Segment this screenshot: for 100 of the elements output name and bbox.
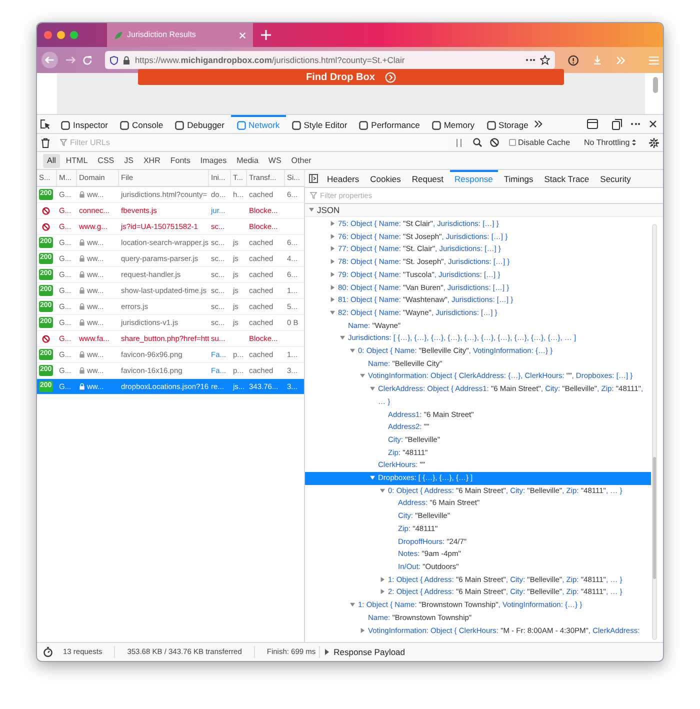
disable-cache-label: Disable Cache <box>518 136 570 148</box>
type-filter-button[interactable]: WS <box>264 154 286 168</box>
scrollbar[interactable] <box>653 77 658 93</box>
dock-icon[interactable] <box>587 119 598 129</box>
type-filter-button[interactable]: XHR <box>139 154 164 168</box>
download-icon[interactable] <box>592 55 602 65</box>
tool-icon <box>61 120 70 130</box>
devtools-tab[interactable]: Debugger <box>169 115 230 133</box>
details-tab[interactable]: Headers <box>322 170 364 187</box>
pause-icon[interactable] <box>456 138 462 146</box>
pick-element-icon[interactable] <box>40 118 51 130</box>
collapsed-triangle-icon[interactable] <box>330 272 335 277</box>
reload-icon[interactable] <box>82 54 93 66</box>
type-filter-button[interactable]: HTML <box>62 154 92 168</box>
search-icon[interactable] <box>473 138 482 147</box>
details-tab[interactable]: Stack Trace <box>539 170 594 187</box>
expanded-triangle-icon[interactable] <box>340 335 345 340</box>
lock-icon <box>79 367 85 374</box>
lock-icon <box>79 255 85 262</box>
settings-icon[interactable] <box>648 138 659 148</box>
checkbox[interactable] <box>509 139 516 146</box>
shield-icon <box>110 56 118 64</box>
blocked-icon <box>42 334 50 342</box>
tool-icon <box>120 120 129 130</box>
expanded-triangle-icon[interactable] <box>350 602 355 608</box>
close-window-icon[interactable] <box>44 31 52 39</box>
type-filter-button[interactable]: Media <box>232 154 262 168</box>
filter-icon <box>310 192 317 199</box>
devtools-tab[interactable]: Storage <box>480 115 534 133</box>
lock-icon <box>79 271 85 278</box>
devtools-tab[interactable]: Memory <box>426 115 481 133</box>
collapsed-triangle-icon[interactable] <box>330 221 335 226</box>
collapsed-triangle-icon[interactable] <box>330 246 335 252</box>
details-tab[interactable]: Cookies <box>365 170 406 187</box>
minimize-window-icon[interactable] <box>57 31 65 39</box>
details-tab[interactable]: Security <box>595 170 636 187</box>
scrollbar[interactable] <box>653 457 656 579</box>
tool-icon <box>432 120 441 130</box>
filter-icon <box>60 139 67 146</box>
expanded-triangle-icon[interactable] <box>330 310 335 315</box>
expanded-triangle-icon[interactable] <box>309 206 314 212</box>
throttling-dropdown[interactable]: No Throttling <box>584 136 636 148</box>
response-payload-label[interactable]: Response Payload <box>334 646 406 658</box>
details-tab[interactable]: Request <box>406 170 449 187</box>
lock-icon <box>122 56 130 64</box>
collapsed-triangle-icon[interactable] <box>380 576 385 582</box>
blocked-icon <box>42 206 50 214</box>
collapsed-triangle-icon[interactable] <box>330 284 335 290</box>
expanded-triangle-icon[interactable] <box>360 373 365 378</box>
type-filter-button[interactable]: Fonts <box>166 154 194 168</box>
close-icon[interactable] <box>649 120 657 128</box>
expanded-triangle-icon[interactable] <box>350 348 355 354</box>
devtools-tab[interactable]: Console <box>114 115 170 133</box>
collapsed-triangle-icon[interactable] <box>380 589 385 594</box>
trash-icon[interactable] <box>41 138 50 148</box>
split-window-icon[interactable] <box>612 118 622 130</box>
collapsed-triangle-icon[interactable] <box>330 234 335 239</box>
menu-icon[interactable] <box>649 56 660 64</box>
lock-icon <box>79 239 85 246</box>
forward-icon[interactable] <box>64 54 76 66</box>
leaf-icon <box>114 30 123 40</box>
lock-icon <box>79 383 85 390</box>
json-section-header[interactable]: JSON <box>309 204 340 216</box>
chevrons-icon[interactable] <box>534 120 544 128</box>
filter-urls-input[interactable]: Filter URLs <box>70 136 446 148</box>
collapsed-triangle-icon[interactable] <box>360 628 365 632</box>
arrow-circle-icon <box>384 72 396 82</box>
back-icon[interactable] <box>41 51 59 69</box>
devtools-tab[interactable]: Style Editor <box>286 115 354 133</box>
expanded-triangle-icon[interactable] <box>370 386 375 392</box>
lock-icon <box>79 191 85 198</box>
address-bar[interactable]: https://www.michigandropbox.com/jurisdictions.html?county=St.+Clair <box>104 51 556 69</box>
devtools-tab[interactable]: Performance <box>353 115 426 133</box>
type-filter-button[interactable]: Other <box>287 154 316 168</box>
devtools-tab[interactable]: Inspector <box>55 115 114 133</box>
expand-triangle-icon[interactable] <box>324 649 329 655</box>
tool-icon <box>359 120 368 130</box>
tab-title: Jurisdiction Results <box>127 29 197 41</box>
stopwatch-icon[interactable] <box>43 647 53 657</box>
star-icon[interactable] <box>540 55 550 65</box>
expanded-triangle-icon[interactable] <box>380 488 385 493</box>
tool-icon <box>486 120 496 130</box>
details-tab[interactable]: Timings <box>498 170 538 187</box>
panel-toggle-icon[interactable] <box>309 174 318 183</box>
expanded-triangle-icon[interactable] <box>370 475 375 480</box>
type-filter-button[interactable]: All <box>43 154 60 168</box>
lock-icon <box>79 319 85 326</box>
zoom-window-icon[interactable] <box>70 31 78 39</box>
find-drop-box-button[interactable]: Find Drop Box <box>138 69 564 85</box>
type-filter-button[interactable]: JS <box>120 154 138 168</box>
tool-icon <box>175 120 184 130</box>
url-text: https://www.michigandropbox.com/jurisdictions.html?county=St.+Clair <box>134 54 406 66</box>
new-tab-icon[interactable] <box>261 30 271 40</box>
type-filter-button[interactable]: Images <box>196 154 231 168</box>
details-tab[interactable]: Response <box>450 170 498 187</box>
info-circle-icon[interactable] <box>568 54 579 66</box>
block-icon[interactable] <box>490 138 499 147</box>
type-filter-button[interactable]: CSS <box>94 154 118 168</box>
collapsed-triangle-icon[interactable] <box>330 259 335 264</box>
collapsed-triangle-icon[interactable] <box>330 297 335 302</box>
